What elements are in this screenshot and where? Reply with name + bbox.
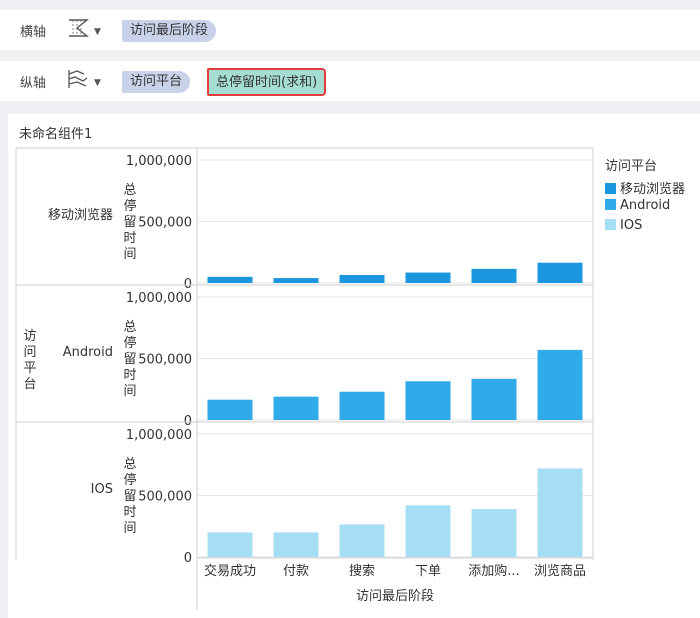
bar [405,505,451,557]
bar [471,509,517,557]
y-tick-label: 0 [184,551,192,566]
y-axis-title: 时 [123,505,136,520]
x-tick-label: 添加购... [468,563,519,579]
x-axis-title: 访问最后阶段 [356,589,434,604]
y-tick-label: 500,000 [138,353,192,368]
bar [537,262,583,283]
y-axis-title: 停 [123,335,136,351]
x-tick-label: 浏览商品 [534,563,586,579]
facet-row-label: Android [63,345,113,360]
y-tick-label: 1,000,000 [126,291,192,306]
y-axis-title: 总 [123,457,136,472]
legend-swatch [605,183,616,194]
bar [405,272,451,283]
facet-axis-title: 平 [23,361,36,376]
bar [537,468,583,557]
y-tick-label: 1,000,000 [126,428,192,443]
legend-swatch [605,219,616,230]
y-tick-label: 1,000,000 [126,154,192,169]
facet-row-label: IOS [91,482,113,497]
y-axis-title: 停 [123,198,136,214]
legend-item-label: Android [620,198,671,213]
bar [471,378,517,420]
bar [207,276,253,283]
bar [207,399,253,420]
y-axis-title: 留 [123,215,136,230]
legend-item-mobile-browser[interactable]: 移动浏览器 [605,178,685,197]
y-axis-title: 间 [123,247,136,262]
y-axis-title: 留 [123,352,136,367]
facet-row-label: 移动浏览器 [48,207,113,223]
y-axis-title: 总 [123,183,136,198]
y-axis-title: 时 [123,231,136,246]
y-axis-title: 间 [123,521,136,536]
legend-item-label: 移动浏览器 [620,182,686,197]
bar [471,268,517,283]
y-axis-title: 间 [123,384,136,399]
bar [273,278,319,283]
legend-item-label: IOS [620,218,643,233]
y-tick-label: 500,000 [138,490,192,505]
x-tick-label: 交易成功 [204,563,256,579]
bar [339,275,385,283]
bar [405,381,451,420]
bar [273,532,319,557]
x-tick-label: 搜索 [349,564,375,579]
y-axis-title: 时 [123,368,136,383]
bar [273,396,319,420]
y-axis-title: 总 [123,320,136,335]
faceted-bar-chart: 访问平台0500,0001,000,000总停留时间移动浏览器0500,0001… [15,147,594,610]
facet-axis-title: 台 [23,377,36,392]
legend-item-ios[interactable]: IOS [605,218,642,233]
facet-axis-title: 访 [23,329,36,344]
bar [339,391,385,420]
legend-item-android[interactable]: Android [605,198,670,213]
facet-axis-title: 问 [23,345,36,360]
y-axis-title: 留 [123,489,136,504]
y-tick-label: 500,000 [138,216,192,231]
bar [537,349,583,420]
x-tick-label: 付款 [283,564,309,579]
legend-title: 访问平台 [605,159,658,174]
bar [207,532,253,557]
y-axis-title: 停 [123,472,136,488]
x-tick-label: 下单 [415,564,441,579]
legend-swatch [605,199,616,210]
bar [339,524,385,557]
